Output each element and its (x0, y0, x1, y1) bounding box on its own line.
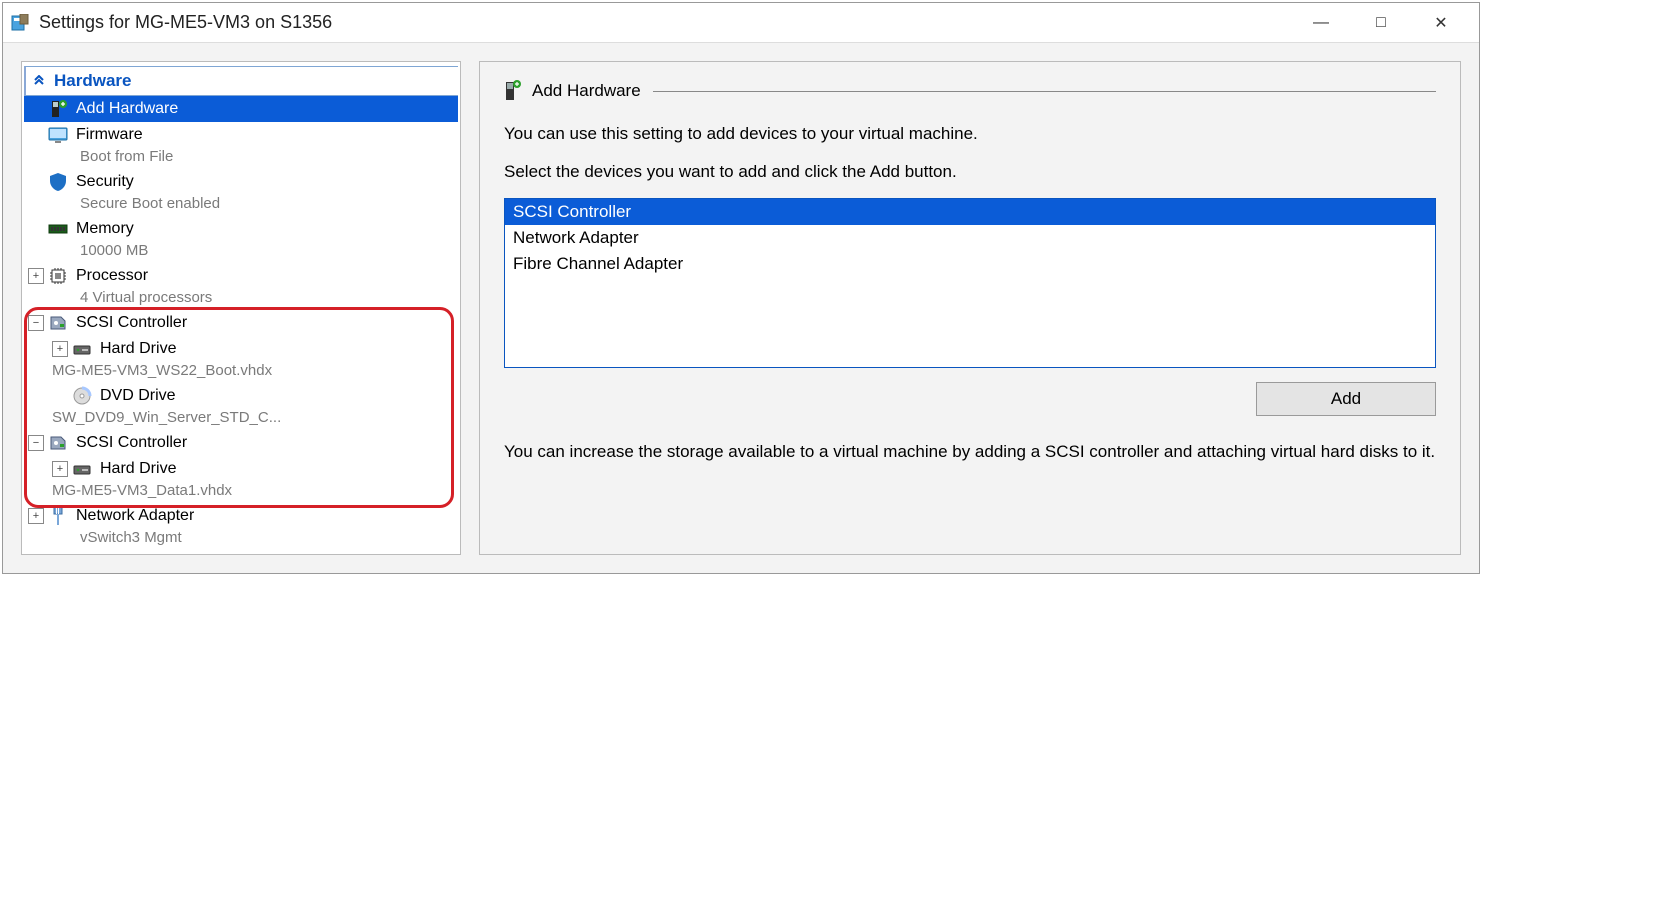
settings-window: Settings for MG-ME5-VM3 on S1356 — □ ✕ H… (2, 2, 1480, 574)
tree-item-label: Hard Drive (100, 340, 176, 358)
panel-header: Add Hardware (504, 80, 1436, 102)
tree-item-scsi-controller[interactable]: − SCSI Controller (24, 310, 458, 336)
button-row: Add (504, 382, 1436, 416)
panel-title: Add Hardware (532, 81, 641, 101)
expander-placeholder (28, 127, 44, 143)
hdd-icon (72, 339, 92, 359)
expander-placeholder (52, 388, 68, 404)
device-listbox[interactable]: SCSI ControllerNetwork AdapterFibre Chan… (504, 198, 1436, 368)
device-option-fibre-channel-adapter[interactable]: Fibre Channel Adapter (505, 251, 1435, 277)
tree-item-memory[interactable]: Memory (24, 216, 458, 242)
dvd-icon (72, 386, 92, 406)
tree-item-network-adapter[interactable]: + Network Adapter (24, 503, 458, 529)
device-option-scsi-controller[interactable]: SCSI Controller (505, 199, 1435, 225)
tree-item-label: Processor (76, 267, 148, 285)
note-text: You can increase the storage available t… (504, 440, 1436, 464)
header-rule (653, 91, 1436, 92)
tree-item-label: Memory (76, 220, 134, 238)
instruction-text: Select the devices you want to add and c… (504, 160, 1436, 184)
collapse-icon[interactable]: − (28, 315, 44, 331)
tree-item-security[interactable]: Security (24, 169, 458, 195)
tree-item-label: Security (76, 173, 134, 191)
tree-item-label: Network Adapter (76, 507, 194, 525)
tree-item-label: DVD Drive (100, 387, 176, 405)
intro-text: You can use this setting to add devices … (504, 122, 1436, 146)
hdd-icon (72, 459, 92, 479)
hardware-tree: Add Hardware Firmware Boot from File Securi… (24, 96, 458, 550)
shield-icon (48, 172, 68, 192)
tree-item-subtext: SW_DVD9_Win_Server_STD_C... (24, 409, 458, 430)
tree-item-subtext: MG-ME5-VM3_WS22_Boot.vhdx (24, 362, 458, 383)
scsi-icon (48, 313, 68, 333)
expand-icon[interactable]: + (28, 508, 44, 524)
add-hardware-icon (504, 80, 522, 102)
hardware-section-header[interactable]: Hardware (24, 66, 458, 96)
expander-placeholder (28, 174, 44, 190)
expander-placeholder (28, 101, 44, 117)
tree-item-processor[interactable]: + Processor (24, 263, 458, 289)
scsi-icon (48, 433, 68, 453)
expand-icon[interactable]: + (52, 461, 68, 477)
tree-item-add-hardware[interactable]: Add Hardware (24, 96, 458, 122)
tree-item-label: SCSI Controller (76, 314, 187, 332)
nic-icon (48, 506, 68, 526)
tree-item-label: Firmware (76, 126, 143, 144)
tree-item-hard-drive[interactable]: + Hard Drive (24, 336, 458, 362)
tree-item-subtext: MG-ME5-VM3_Data1.vhdx (24, 482, 458, 503)
minimize-button[interactable]: — (1291, 5, 1351, 41)
app-icon (11, 14, 29, 32)
content-area: Hardware Add Hardware Firmware Boot from F… (3, 43, 1479, 573)
maximize-button[interactable]: □ (1351, 5, 1411, 41)
window-title: Settings for MG-ME5-VM3 on S1356 (39, 12, 1291, 33)
tree-item-label: Add Hardware (76, 100, 178, 118)
tree-item-subtext: vSwitch3 Mgmt (24, 529, 458, 550)
titlebar: Settings for MG-ME5-VM3 on S1356 — □ ✕ (3, 3, 1479, 43)
tree-item-subtext: 10000 MB (24, 242, 458, 263)
tree-item-label: SCSI Controller (76, 434, 187, 452)
ram-icon (48, 219, 68, 239)
add-hardware-panel: Add Hardware You can use this setting to… (479, 61, 1461, 555)
collapse-icon (32, 74, 46, 88)
tree-item-subtext: Secure Boot enabled (24, 195, 458, 216)
device-option-network-adapter[interactable]: Network Adapter (505, 225, 1435, 251)
tree-item-subtext: 4 Virtual processors (24, 289, 458, 310)
cpu-icon (48, 266, 68, 286)
tree-item-firmware[interactable]: Firmware (24, 122, 458, 148)
collapse-icon[interactable]: − (28, 435, 44, 451)
hardware-tree-panel: Hardware Add Hardware Firmware Boot from F… (21, 61, 461, 555)
tree-item-subtext: Boot from File (24, 148, 458, 169)
section-label: Hardware (54, 71, 131, 91)
expand-icon[interactable]: + (28, 268, 44, 284)
add-hw-icon (48, 99, 68, 119)
tree-item-scsi-controller[interactable]: − SCSI Controller (24, 430, 458, 456)
window-controls: — □ ✕ (1291, 5, 1471, 41)
close-button[interactable]: ✕ (1411, 5, 1471, 41)
tree-item-dvd-drive[interactable]: DVD Drive (24, 383, 458, 409)
expander-placeholder (28, 221, 44, 237)
expand-icon[interactable]: + (52, 341, 68, 357)
tree-item-hard-drive[interactable]: + Hard Drive (24, 456, 458, 482)
monitor-icon (48, 125, 68, 145)
tree-item-label: Hard Drive (100, 460, 176, 478)
add-button[interactable]: Add (1256, 382, 1436, 416)
